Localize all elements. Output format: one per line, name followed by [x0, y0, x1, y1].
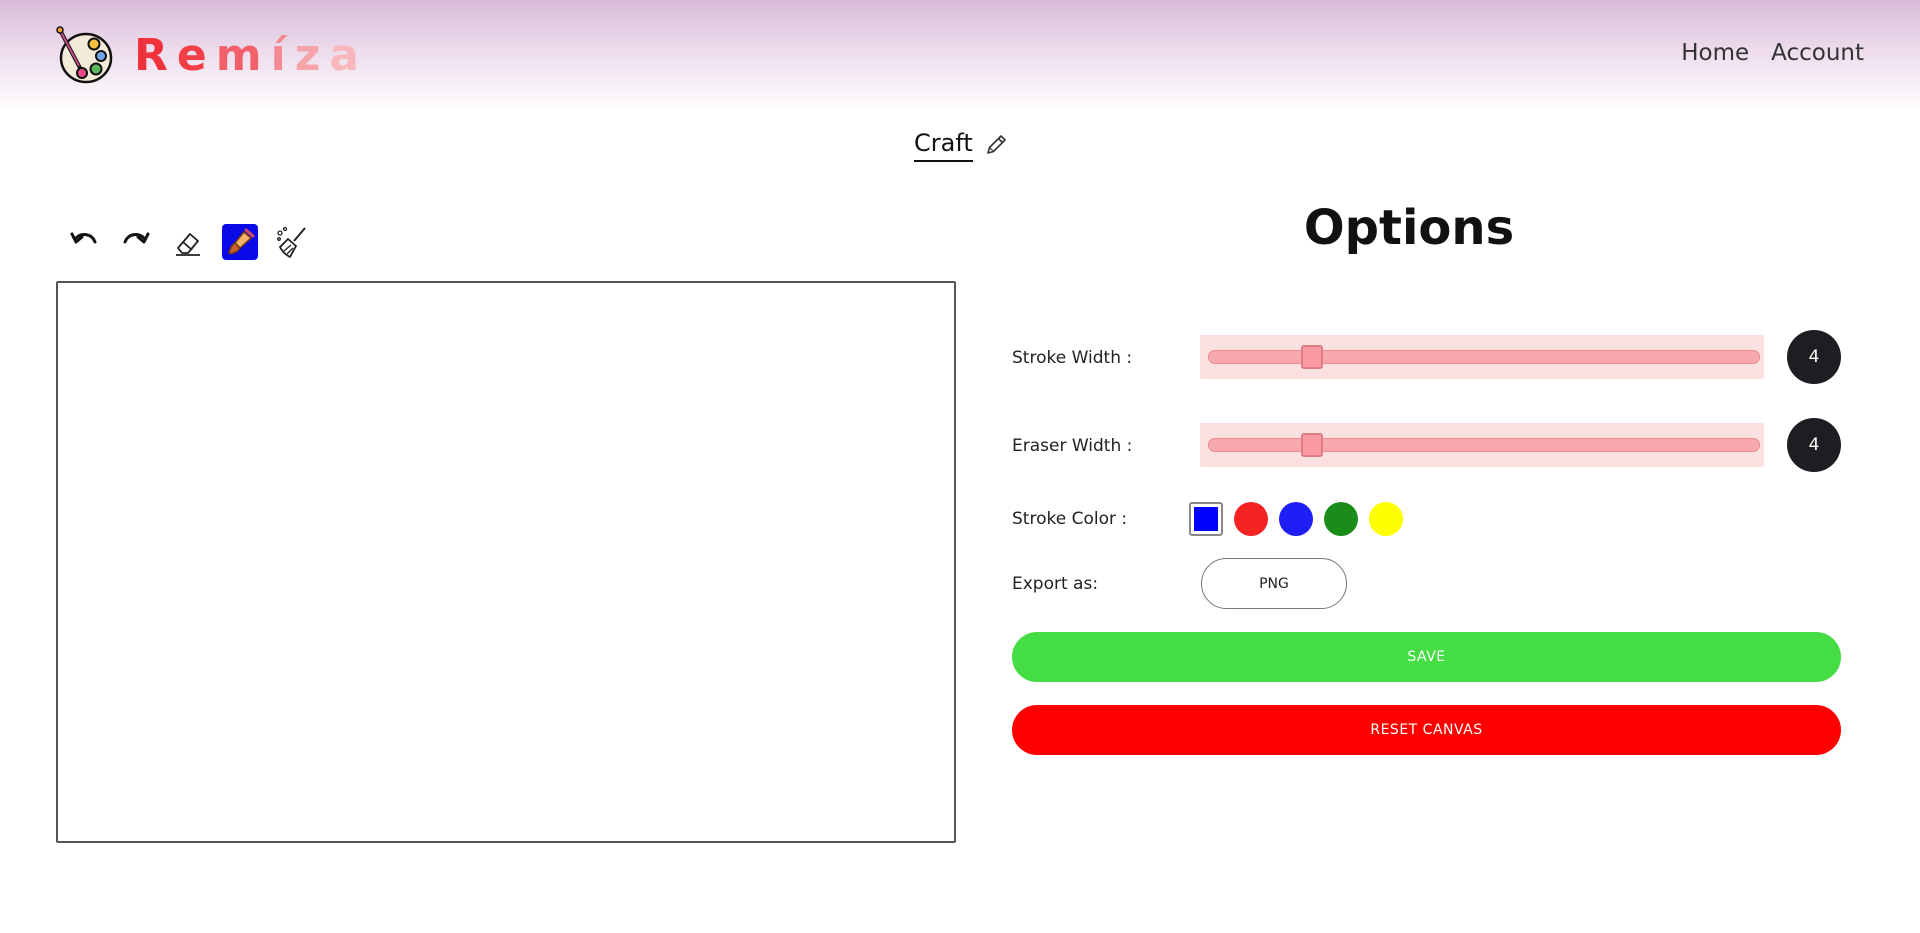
redo-icon	[123, 232, 150, 244]
broom-icon	[277, 226, 306, 258]
eraser-width-slider[interactable]	[1200, 423, 1764, 467]
drawing-toolbar	[66, 224, 310, 260]
stroke-width-label: Stroke Width :	[1012, 348, 1133, 368]
brush-icon	[228, 228, 255, 255]
document-title-area: Craft	[914, 128, 1009, 162]
undo-icon	[70, 232, 97, 244]
stroke-width-value-badge: 4	[1787, 330, 1841, 384]
reset-canvas-button[interactable]: RESET CANVAS	[1012, 705, 1841, 755]
nav-home-link[interactable]: Home	[1681, 40, 1749, 66]
color-swatch-blue[interactable]	[1279, 502, 1313, 536]
eraser-width-value-badge: 4	[1787, 418, 1841, 472]
eraser-tool-button[interactable]	[170, 224, 206, 260]
brand-letter: z	[294, 30, 330, 81]
color-swatch-yellow[interactable]	[1369, 502, 1403, 536]
clear-brush-button[interactable]	[274, 224, 310, 260]
redo-button[interactable]	[118, 224, 154, 260]
brand-letter: m	[215, 30, 271, 81]
pencil-icon[interactable]	[983, 132, 1009, 158]
brand-letter: R	[134, 30, 177, 81]
brand-letter: í	[270, 30, 295, 81]
stroke-width-slider[interactable]	[1200, 335, 1764, 379]
export-format-button[interactable]: PNG	[1201, 558, 1347, 609]
save-button[interactable]: SAVE	[1012, 632, 1841, 682]
nav-account-link[interactable]: Account	[1771, 40, 1864, 66]
color-swatch-red[interactable]	[1234, 502, 1268, 536]
color-swatch-green[interactable]	[1324, 502, 1358, 536]
brand-letter: a	[329, 30, 368, 81]
export-label: Export as:	[1012, 574, 1099, 594]
document-title[interactable]: Craft	[914, 128, 973, 162]
undo-button[interactable]	[66, 224, 102, 260]
slider-rail	[1208, 438, 1760, 452]
header: Remíza Home Account	[0, 0, 1920, 112]
drawing-canvas[interactable]	[56, 281, 956, 843]
brush-tool-button[interactable]	[222, 224, 258, 260]
palette-icon[interactable]	[54, 26, 114, 86]
options-heading: Options	[1303, 200, 1515, 256]
slider-thumb[interactable]	[1301, 345, 1323, 369]
selected-color-fill	[1194, 507, 1218, 531]
top-nav: Home Account	[1681, 40, 1864, 66]
selected-color-swatch[interactable]	[1189, 502, 1223, 536]
stroke-color-label: Stroke Color :	[1012, 509, 1128, 529]
brand-wordmark[interactable]: Remíza	[134, 28, 368, 84]
slider-thumb[interactable]	[1301, 433, 1323, 457]
slider-rail	[1208, 350, 1760, 364]
eraser-width-label: Eraser Width :	[1012, 436, 1133, 456]
eraser-icon	[176, 233, 200, 256]
brand-letter: e	[176, 30, 216, 81]
